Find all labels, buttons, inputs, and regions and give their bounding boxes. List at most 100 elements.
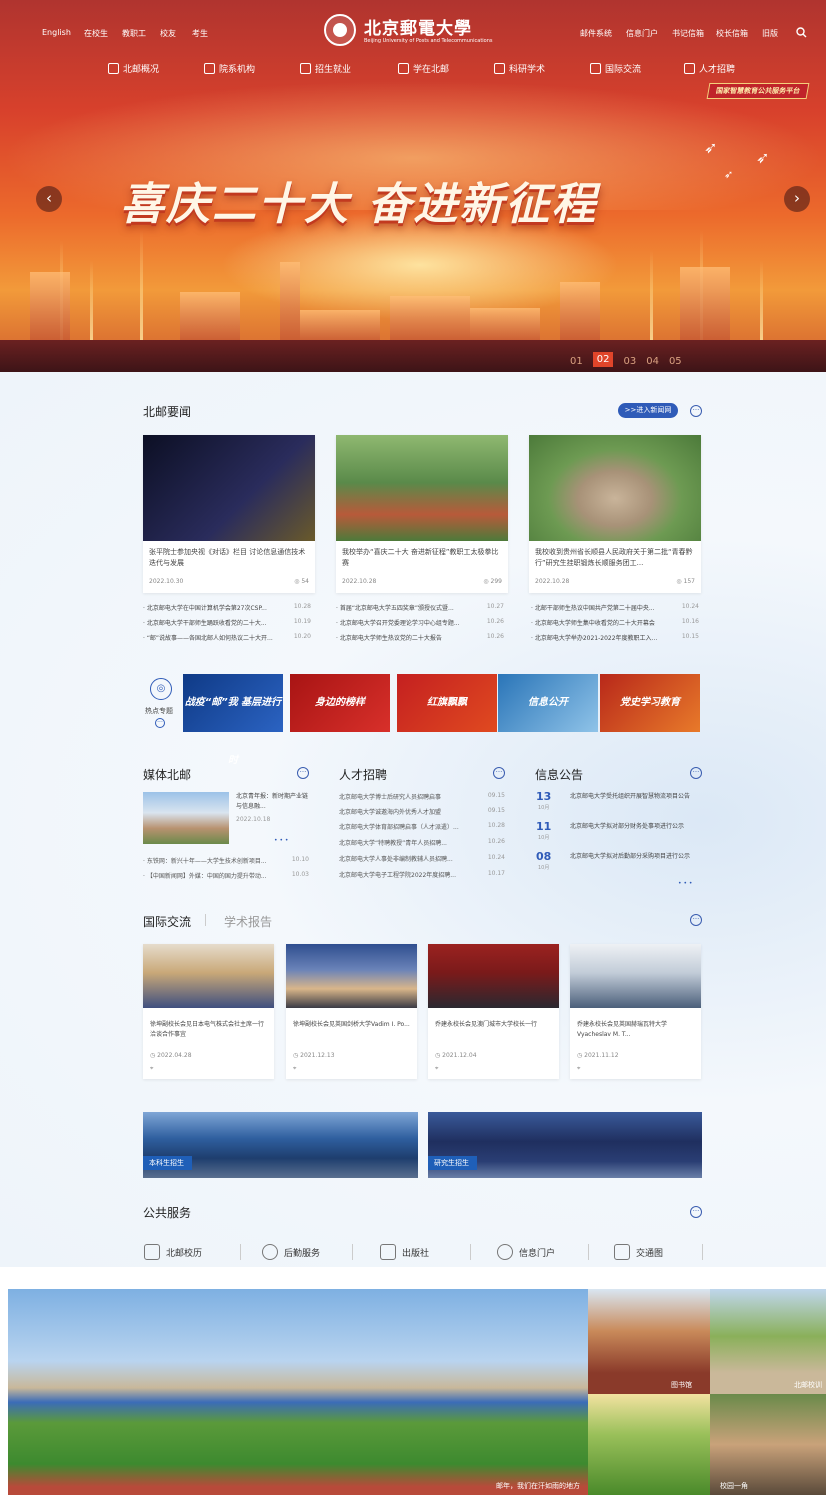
university-emblem-icon[interactable] (324, 14, 356, 46)
gallery-tile-library[interactable]: 图书馆 (588, 1289, 710, 1394)
talent-list-item[interactable]: 北京邮电大学人事处非编制教辅人员招聘... 10.24 (339, 854, 505, 863)
topics-label-box[interactable]: ◎ 热点专题 ··· (143, 674, 181, 732)
nav-item-international[interactable]: 国际交流 (590, 62, 641, 75)
media-carousel-dots[interactable]: • • • (274, 837, 288, 844)
header-link-president-mailbox[interactable]: 校长信箱 (716, 28, 748, 39)
gallery-caption: 图书馆 (671, 1381, 692, 1389)
carousel-dot[interactable]: 03 (623, 356, 636, 367)
platform-badge[interactable]: 国家智慧教育公共服务平台 (706, 83, 810, 99)
grad-label: 研究生招生 (428, 1156, 477, 1170)
news-list-item[interactable]: · 北京邮电大学师生集中收看党的二十大开幕会 10.16 (531, 618, 699, 627)
topic-banner[interactable]: 红旗飘飘 (397, 674, 497, 732)
intl-card[interactable]: 乔建永校长会见澳门城市大学校长一行 ◷ 2021.12.04 ⌖ (428, 944, 559, 1079)
notice-day: 08 (536, 850, 552, 863)
more-icon[interactable]: ··· (690, 767, 702, 779)
news-card[interactable]: 我校收到贵州省长顺县人民政府关于第二批“青春黔行”研究生挂职锻炼长顺服务团工..… (529, 435, 701, 593)
header-link-secretary-mailbox[interactable]: 书记信箱 (672, 28, 704, 39)
media-feature-text[interactable]: 北京青年报：新时期产业链 与信息融... (236, 792, 312, 812)
more-icon[interactable]: ··· (690, 914, 702, 926)
talent-list-item[interactable]: 北京邮电大学电子工程学院2022年度招聘... 10.17 (339, 870, 505, 879)
gallery-main-image[interactable]: 邮年，我们在汗如雨的地方 (8, 1289, 588, 1495)
header-link-mail[interactable]: 邮件系统 (580, 28, 612, 39)
gallery-tile-sunlight[interactable] (588, 1394, 710, 1495)
intl-card[interactable]: 乔建永校长会见英国赫瑞瓦特大学Vyacheslav M. T... ◷ 2021… (570, 944, 701, 1079)
university-logo-text[interactable]: 北京郵電大學 (364, 14, 472, 39)
notice-item[interactable]: 北京邮电大学受托组织开展智慧物流项目公告 (570, 792, 702, 802)
nav-item-about[interactable]: 北邮概况 (108, 62, 159, 75)
intl-tab-lectures[interactable]: 学术报告 (224, 913, 272, 930)
news-card-title: 张平院士参加央视《对话》栏目 讨论信息通信技术迭代与发展 (149, 548, 306, 567)
service-transport[interactable]: 交通图 (614, 1244, 663, 1260)
carousel-dot-active[interactable]: 02 (592, 352, 614, 367)
header-link-old-version[interactable]: 旧版 (762, 28, 778, 39)
service-calendar[interactable]: 北邮校历 (144, 1244, 202, 1260)
intl-card[interactable]: 徐坤副校长会见日本电气株式会社主席一行洽谈合作事宜 ◷ 2022.04.28 ⌖ (143, 944, 274, 1079)
talent-list-item[interactable]: 北京邮电大学“特聘教授”青年人员招聘... 10.26 (339, 838, 505, 847)
header-link-students[interactable]: 在校生 (84, 28, 108, 39)
news-card-title: 我校举办“喜庆二十大 奋进新征程”教职工太极拳比赛 (342, 548, 499, 567)
nav-item-research[interactable]: 科研学术 (494, 62, 545, 75)
news-list-item[interactable]: · 首届“北京邮电大学五四奖章”颁授仪式暨... 10.27 (336, 603, 504, 612)
nav-item-admissions[interactable]: 招生就业 (300, 62, 351, 75)
more-icon[interactable]: ··· (493, 767, 505, 779)
nav-item-study[interactable]: 学在北邮 (398, 62, 449, 75)
header-link-alumni[interactable]: 校友 (160, 28, 176, 39)
notice-item[interactable]: 北京邮电大学拟对部分财务处事项进行公示 (570, 822, 702, 832)
media-feature-image[interactable] (143, 792, 229, 844)
nav-item-talent[interactable]: 人才招聘 (684, 62, 735, 75)
news-list-item[interactable]: · 北邮干部师生热议中国共产党第二十届中央... 10.24 (531, 603, 699, 612)
header-link-portal[interactable]: 信息门户 (626, 28, 658, 39)
light-ray (90, 260, 93, 340)
carousel-next-button[interactable]: › (784, 186, 810, 212)
gallery-tile-campus-corner[interactable]: 校园一角 (710, 1394, 826, 1495)
tab-divider (205, 914, 206, 926)
header-link-english[interactable]: English (42, 28, 71, 37)
news-list-item[interactable]: · 北京邮电大学师生热议党的二十大报告 10.26 (336, 633, 504, 642)
talent-list-item[interactable]: 北京邮电大学博士后研究人员招聘启事 09.15 (339, 792, 505, 801)
service-portal[interactable]: 信息门户 (497, 1244, 555, 1260)
header-link-staff[interactable]: 教职工 (122, 28, 146, 39)
news-list-item[interactable]: · 北京邮电大学在中国计算机学会第27次CSP... 10.28 (143, 603, 311, 612)
more-icon[interactable]: ··· (297, 767, 309, 779)
undergrad-admissions-banner[interactable]: 本科生招生 (143, 1112, 418, 1178)
grad-admissions-banner[interactable]: 研究生招生 (428, 1112, 702, 1178)
more-icon[interactable]: ··· (690, 1206, 702, 1218)
building-silhouette (470, 308, 540, 342)
news-list-item[interactable]: · 北京邮电大学举办2021-2022年度教职工入... 10.15 (531, 633, 699, 642)
gallery-caption: 北邮校训 (794, 1381, 822, 1389)
university-logo-en: Beijing University of Posts and Telecomm… (364, 38, 493, 44)
header-link-applicants[interactable]: 考生 (192, 28, 208, 39)
notice-item[interactable]: 北京邮电大学拟对后勤部分采购项目进行公示 (570, 852, 702, 862)
search-icon[interactable] (796, 27, 807, 38)
media-list-item[interactable]: · 东铁网：新兴十年——大学生技术创新项目... 10.10 (143, 856, 309, 865)
gallery-tile-motto[interactable]: 北邮校训 (710, 1289, 826, 1394)
intl-card[interactable]: 徐坤副校长会见英国剑桥大学Vadim I. Po... ◷ 2021.12.13… (286, 944, 417, 1079)
news-list-item[interactable]: · “邮”说故事——各国北邮人如何热议二十大开... 10.20 (143, 633, 311, 642)
topic-banner[interactable]: 党史学习教育 (600, 674, 700, 732)
intl-tab-active[interactable]: 国际交流 (143, 913, 191, 930)
talent-list-item[interactable]: 北京邮电大学体育部招聘启事（人才派遣）... 10.28 (339, 822, 505, 831)
carousel-dot[interactable]: 01 (570, 356, 583, 367)
building-icon (204, 63, 215, 74)
news-card[interactable]: 张平院士参加央视《对话》栏目 讨论信息通信技术迭代与发展 2022.10.30 … (143, 435, 315, 593)
media-list-item[interactable]: · 【中国新闻网】外媒：中国的国力提升带动... 10.03 (143, 871, 309, 880)
carousel-dot[interactable]: 05 (669, 356, 682, 367)
carousel-dot[interactable]: 04 (646, 356, 659, 367)
bus-icon (614, 1244, 630, 1260)
person-icon (684, 63, 695, 74)
topic-banner[interactable]: 信息公开 (498, 674, 598, 732)
more-icon[interactable]: ··· (690, 405, 702, 417)
service-logistics[interactable]: 后勤服务 (262, 1244, 320, 1260)
news-card[interactable]: 我校举办“喜庆二十大 奋进新征程”教职工太极拳比赛 2022.10.28 ◎ 2… (336, 435, 508, 593)
topic-banner[interactable]: 身边的榜样 (290, 674, 390, 732)
talent-list-item[interactable]: 北京邮电大学诚邀海内外优秀人才加盟 09.15 (339, 807, 505, 816)
news-list-item[interactable]: · 北京邮电大学干部师生踊跃收看党的二十大... 10.19 (143, 618, 311, 627)
carousel-prev-button[interactable]: ‹ (36, 186, 62, 212)
news-portal-button[interactable]: >>进入新闻网 (618, 403, 678, 418)
hero-slogan: 喜庆二十大 奋进新征程 (120, 179, 598, 230)
service-press[interactable]: 出版社 (380, 1244, 429, 1260)
nav-item-departments[interactable]: 院系机构 (204, 62, 255, 75)
topic-banner[interactable]: 战疫“邮”我 基层进行时 (183, 674, 283, 766)
news-list-item[interactable]: · 北京邮电大学召开党委理论学习中心组专题... 10.26 (336, 618, 504, 627)
notice-carousel-dots[interactable]: • • • (678, 880, 692, 887)
